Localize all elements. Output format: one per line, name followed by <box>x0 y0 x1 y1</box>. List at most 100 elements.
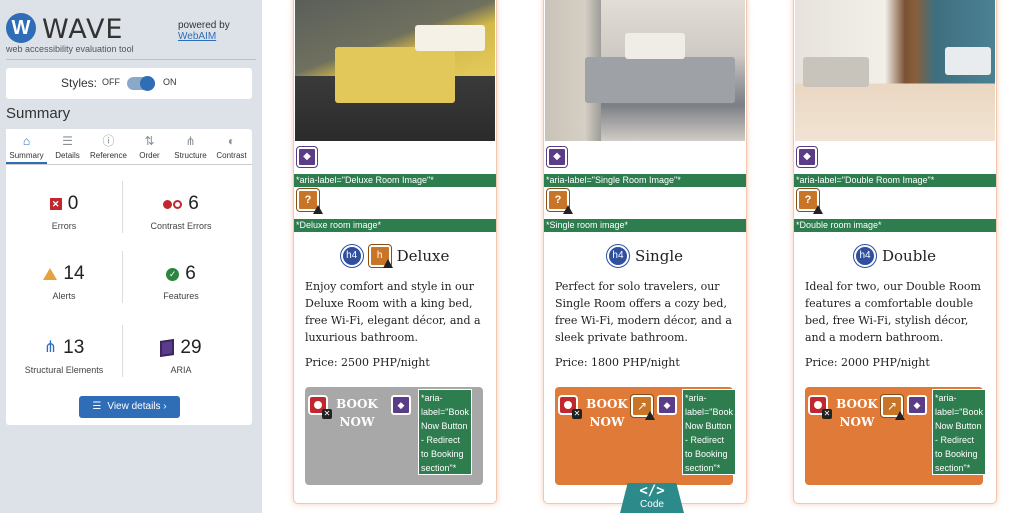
structure-icon: ⋔ <box>185 134 196 148</box>
aria-label-icon[interactable]: ◆ <box>907 395 927 415</box>
warning-icon <box>645 411 655 420</box>
stat-value: 14 <box>63 263 85 284</box>
aria-label-icon[interactable]: ◆ <box>391 395 411 415</box>
card-heading: h4 Double <box>794 244 996 268</box>
stat-label: Features <box>163 291 199 301</box>
tab-label: Summary <box>9 151 44 160</box>
stat-errors[interactable]: ✕ 0 Errors <box>6 191 122 251</box>
webaim-link[interactable]: WebAIM <box>178 31 216 42</box>
stat-features[interactable]: ✓ 6 Features <box>123 261 239 321</box>
h4-icon[interactable]: h4 <box>853 244 877 268</box>
wave-logo-text: WAVE <box>42 14 124 45</box>
pillow-shape <box>625 33 685 59</box>
wave-tagline: web accessibility evaluation tool <box>6 44 134 54</box>
card-heading: h4 Single <box>544 244 746 268</box>
aria-label-icon[interactable]: ◆ <box>657 395 677 415</box>
book-now-label: BOOK NOW <box>833 395 881 431</box>
view-details-button[interactable]: ☰ View details › <box>79 396 180 418</box>
tab-summary[interactable]: ⌂ Summary <box>6 129 47 164</box>
h4-icon[interactable]: h4 <box>339 244 364 268</box>
aria-label-text: *aria-label="Deluxe Room Image"* <box>294 174 496 187</box>
aria-icon <box>160 339 175 357</box>
card-price: Price: 2500 PHP/night <box>305 356 430 369</box>
aria-label-icon[interactable]: ◆ <box>796 146 818 168</box>
tab-structure[interactable]: ⋔ Structure <box>170 129 211 164</box>
aria-button-label: *aria-label="Book Now Button - Redirect … <box>682 389 736 475</box>
page-preview: ◆ *aria-label="Deluxe Room Image"* ? *De… <box>262 0 1024 513</box>
h4-icon[interactable]: h4 <box>605 244 630 268</box>
aria-label-text: *aria-label="Double Room Image"* <box>794 174 996 187</box>
home-icon: ⌂ <box>22 134 31 148</box>
stat-label: Errors <box>51 221 77 231</box>
sofa-shape <box>803 57 869 87</box>
room-card-double: ◆ *aria-label="Double Room Image"* ? *Do… <box>793 0 997 504</box>
panel-tabs: ⌂ Summary ☰ Details ⓘ Reference ⇅ Order … <box>6 129 252 165</box>
alt-text-label: *Single room image* <box>544 219 746 232</box>
room-card-single: ◆ *aria-label="Single Room Image"* ? *Si… <box>543 0 747 504</box>
book-line-2: NOW <box>589 415 625 429</box>
aria-button-label: *aria-label="Book Now Button - Redirect … <box>932 389 986 475</box>
stat-value: 13 <box>63 337 85 358</box>
styles-toggle[interactable] <box>127 76 155 91</box>
tab-contrast[interactable]: ◐ Contrast <box>211 129 252 164</box>
aria-label-icon[interactable]: ◆ <box>546 146 568 168</box>
card-title: Deluxe <box>396 247 450 265</box>
info-icon: ⓘ <box>102 134 115 148</box>
summary-panel: ⌂ Summary ☰ Details ⓘ Reference ⇅ Order … <box>6 129 252 425</box>
error-icon: ✕ <box>49 198 62 210</box>
contrast-error-icon <box>163 199 183 209</box>
aria-button-label: *aria-label="Book Now Button - Redirect … <box>418 389 472 475</box>
warning-icon <box>313 205 323 214</box>
tab-label: Details <box>55 151 80 160</box>
alt-text-label: *Deluxe room image* <box>294 219 496 232</box>
pillow-shape <box>415 25 485 51</box>
code-icon: </> <box>639 483 665 499</box>
room-image <box>295 0 495 141</box>
contrast-icon: ◐ <box>227 134 236 148</box>
styles-label: Styles: <box>61 76 98 90</box>
book-line-1: BOOK <box>336 397 378 411</box>
room-image <box>795 0 995 141</box>
stat-structural[interactable]: ⋔ 13 Structural Elements <box>6 335 122 395</box>
structure-icon: ⋔ <box>43 339 58 356</box>
bed-shape <box>945 47 991 75</box>
bed-shape <box>585 57 735 103</box>
card-description: Perfect for solo travelers, our Single R… <box>555 280 732 344</box>
room-image <box>545 0 745 141</box>
styles-off-label: OFF <box>102 77 120 87</box>
stat-alerts[interactable]: 14 Alerts <box>6 261 122 321</box>
stat-contrast-errors[interactable]: 6 Contrast Errors <box>123 191 239 251</box>
alert-icon <box>43 268 58 280</box>
stat-label: Alerts <box>52 291 76 301</box>
stat-value: 6 <box>188 193 199 214</box>
code-panel-toggle[interactable]: </> Code <box>620 483 684 513</box>
aria-label-icon[interactable]: ◆ <box>296 146 318 168</box>
book-line-2: NOW <box>339 415 375 429</box>
alt-text-label: *Double room image* <box>794 219 996 232</box>
tab-reference[interactable]: ⓘ Reference <box>88 129 129 164</box>
bed-shape <box>335 47 455 103</box>
code-label: Code <box>640 499 664 510</box>
error-x-icon: ✕ <box>322 409 332 419</box>
error-x-icon: ✕ <box>822 409 832 419</box>
summary-heading: Summary <box>6 105 71 122</box>
room-card-deluxe: ◆ *aria-label="Deluxe Room Image"* ? *De… <box>293 0 497 504</box>
warning-icon <box>382 259 393 268</box>
wave-sidebar: W WAVE web accessibility evaluation tool… <box>0 0 262 513</box>
book-now-button[interactable]: ✕ BOOK NOW ↗ ◆ *aria-label="Book Now But… <box>555 387 736 485</box>
book-now-button[interactable]: ✕ BOOK NOW ◆ *aria-label="Book Now Butto… <box>305 387 483 485</box>
card-title: Double <box>882 247 936 265</box>
styles-on-label: ON <box>163 77 177 87</box>
tab-label: Reference <box>90 151 127 160</box>
stat-value: 6 <box>185 263 196 284</box>
styles-toggle-box: Styles: OFF ON <box>6 68 252 99</box>
card-description: Ideal for two, our Double Room features … <box>805 280 981 344</box>
tab-details[interactable]: ☰ Details <box>47 129 88 164</box>
stat-aria[interactable]: 29 ARIA <box>123 335 239 395</box>
book-now-button[interactable]: ✕ BOOK NOW ↗ ◆ *aria-label="Book Now But… <box>805 387 986 485</box>
warning-icon <box>895 411 905 420</box>
card-price: Price: 1800 PHP/night <box>555 356 680 369</box>
heading-alert-icon[interactable]: h <box>367 244 393 268</box>
card-price: Price: 2000 PHP/night <box>805 356 930 369</box>
tab-order[interactable]: ⇅ Order <box>129 129 170 164</box>
